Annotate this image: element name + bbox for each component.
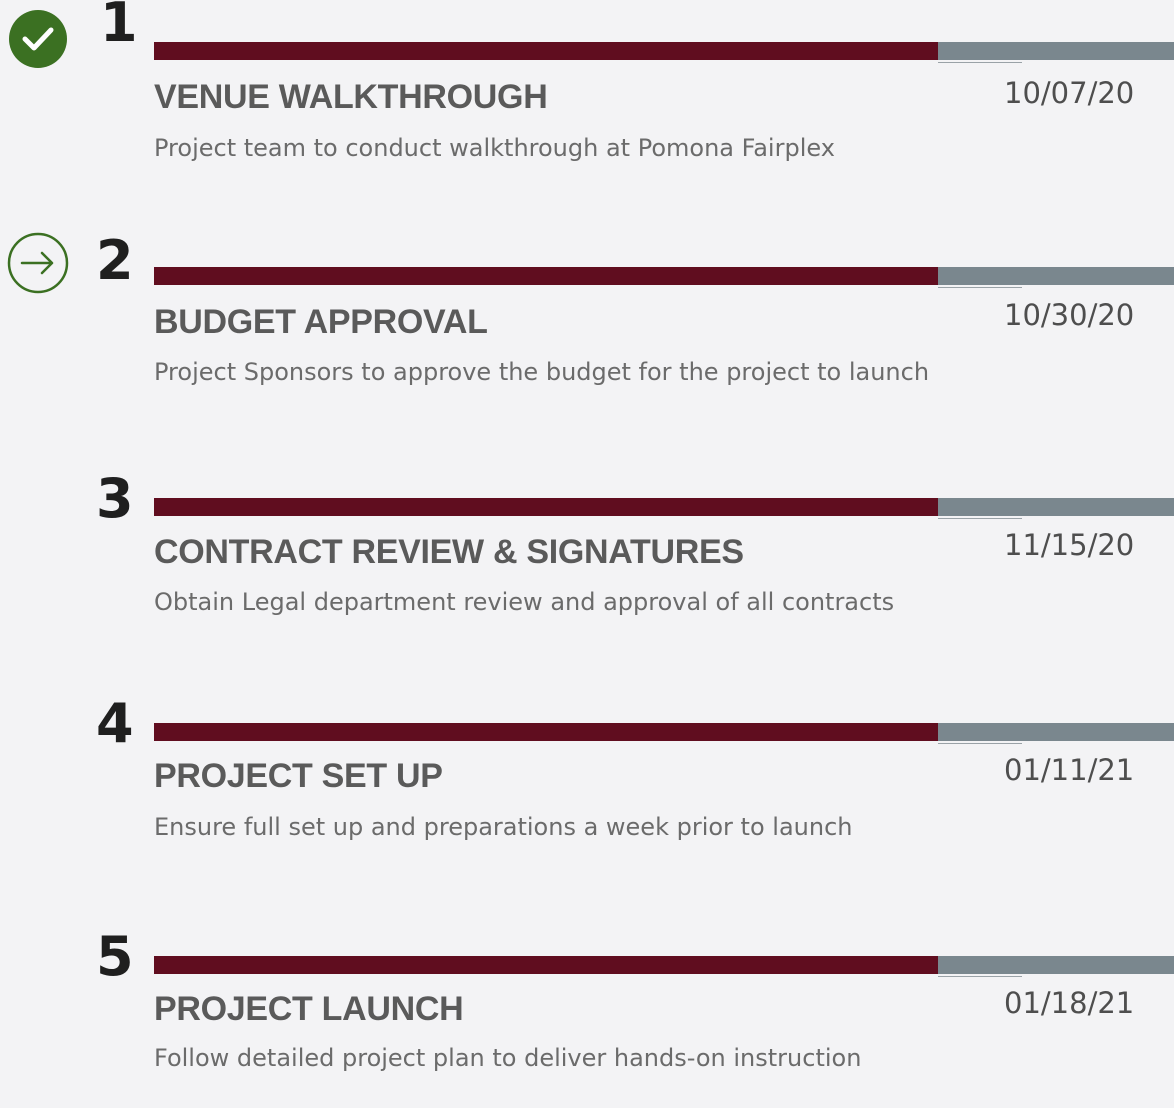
- milestone-number: 4: [96, 692, 134, 755]
- milestone-2: 2 BUDGET APPROVAL 10/30/20 Project Spons…: [0, 230, 1174, 420]
- progress-bar-filled: [154, 267, 938, 285]
- progress-bar-remaining: [938, 498, 1174, 516]
- milestone-number: 1: [100, 0, 138, 54]
- divider: [938, 976, 1022, 977]
- milestone-description: Ensure full set up and preparations a we…: [154, 813, 853, 841]
- milestone-date: 01/11/21: [1004, 753, 1135, 787]
- milestone-title: CONTRACT REVIEW & SIGNATURES: [154, 533, 744, 571]
- milestone-1: 1 VENUE WALKTHROUGH 10/07/20 Project tea…: [0, 0, 1174, 194]
- milestone-date: 10/07/20: [1004, 76, 1135, 110]
- milestone-description: Project Sponsors to approve the budget f…: [154, 358, 930, 386]
- milestone-title: PROJECT LAUNCH: [154, 990, 464, 1028]
- progress-bar-remaining: [938, 267, 1174, 285]
- progress-bar-remaining: [938, 956, 1174, 974]
- milestone-title: BUDGET APPROVAL: [154, 303, 488, 341]
- arrow-right-circle-icon: [4, 230, 74, 300]
- progress-bar-remaining: [938, 42, 1174, 60]
- milestone-description: Follow detailed project plan to deliver …: [154, 1044, 862, 1072]
- milestone-3: 3 CONTRACT REVIEW & SIGNATURES 11/15/20 …: [0, 460, 1174, 650]
- progress-bar-filled: [154, 42, 938, 60]
- divider: [938, 287, 1022, 288]
- milestone-number: 3: [96, 467, 134, 530]
- milestone-number: 2: [96, 229, 134, 292]
- milestone-5: 5 PROJECT LAUNCH 01/18/21 Follow detaile…: [0, 918, 1174, 1108]
- progress-bar-filled: [154, 956, 938, 974]
- check-circle-icon: [4, 4, 74, 74]
- milestone-4: 4 PROJECT SET UP 01/11/21 Ensure full se…: [0, 685, 1174, 875]
- milestone-description: Obtain Legal department review and appro…: [154, 588, 895, 616]
- milestone-date: 10/30/20: [1004, 298, 1135, 332]
- divider: [938, 743, 1022, 744]
- milestone-number: 5: [96, 925, 134, 988]
- divider: [938, 62, 1022, 63]
- progress-bar-filled: [154, 723, 938, 741]
- divider: [938, 518, 1022, 519]
- progress-bar-filled: [154, 498, 938, 516]
- milestone-date: 11/15/20: [1004, 528, 1135, 562]
- milestone-title: PROJECT SET UP: [154, 757, 443, 795]
- milestone-title: VENUE WALKTHROUGH: [154, 78, 548, 116]
- milestone-description: Project team to conduct walkthrough at P…: [154, 134, 835, 162]
- progress-bar-remaining: [938, 723, 1174, 741]
- milestone-date: 01/18/21: [1004, 986, 1135, 1020]
